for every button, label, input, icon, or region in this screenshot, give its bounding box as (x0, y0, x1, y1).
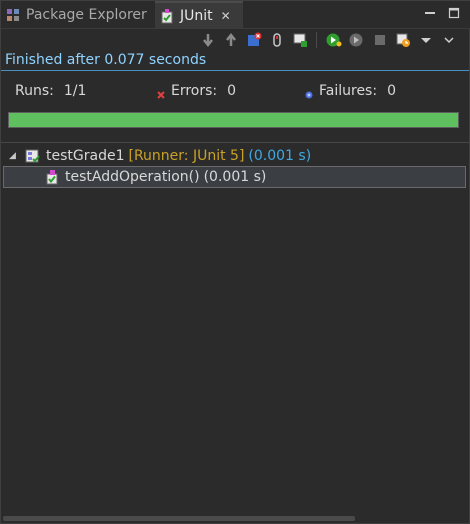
failures-label: Failures: (319, 83, 378, 99)
tab-junit[interactable]: JUnit ✕ (155, 1, 243, 29)
tree-item-test[interactable]: testAddOperation() (0.001 s) (3, 166, 466, 188)
test-passed-icon (44, 169, 60, 185)
failures-counter: Failures: 0 (305, 83, 396, 99)
tab-package-explorer-label: Package Explorer (26, 7, 147, 23)
maximize-icon[interactable] (447, 6, 461, 20)
tab-junit-label: JUnit (180, 8, 213, 24)
run-status-text: Finished after 0.077 seconds (5, 52, 207, 68)
view-tab-bar: Package Explorer JUnit ✕ (1, 1, 470, 29)
package-explorer-icon (5, 7, 21, 23)
previous-failure-icon[interactable] (222, 32, 239, 49)
window-controls (423, 6, 461, 20)
horizontal-scrollbar[interactable] (3, 516, 355, 521)
show-skipped-icon[interactable] (291, 32, 308, 49)
status-divider (1, 70, 469, 71)
test-counters: Runs: 1/1 Errors: 0 Failures: 0 (15, 83, 455, 103)
suite-time: (0.001 s) (248, 148, 312, 164)
chevron-down-icon[interactable] (417, 32, 434, 49)
junit-tab-icon (159, 8, 175, 24)
test-progress-bar (8, 112, 459, 128)
rerun-failed-first-icon[interactable] (348, 32, 365, 49)
minimize-icon[interactable] (423, 6, 437, 20)
rerun-test-icon[interactable] (325, 32, 342, 49)
junit-toolbar (1, 29, 470, 51)
runs-value: 1/1 (63, 83, 87, 99)
scroll-lock-icon[interactable] (268, 32, 285, 49)
progress-fill (9, 113, 458, 127)
errors-counter: Errors: 0 (157, 83, 236, 99)
test-suite-icon (25, 148, 41, 164)
error-icon (157, 87, 165, 99)
test-name: testAddOperation() (65, 169, 200, 185)
tab-package-explorer[interactable]: Package Explorer (5, 1, 155, 29)
toolbar-separator (316, 32, 317, 48)
test-run-history-icon[interactable] (394, 32, 411, 49)
junit-view: Package Explorer JUnit ✕ Finished after … (0, 0, 470, 524)
errors-label: Errors: (171, 83, 218, 99)
test-time: (0.001 s) (203, 169, 267, 185)
errors-value: 0 (227, 83, 237, 99)
test-tree: ◢ testGrade1 [Runner: JUnit 5] (0.001 s) (1, 145, 469, 497)
close-icon[interactable]: ✕ (219, 9, 233, 23)
failure-icon (305, 87, 313, 99)
show-failures-only-icon[interactable] (245, 32, 262, 49)
runs-label: Runs: (15, 83, 54, 99)
view-menu-icon[interactable] (440, 32, 457, 49)
suite-runner: [Runner: JUnit 5] (128, 148, 245, 164)
tree-divider (1, 142, 469, 143)
tree-item-suite[interactable]: ◢ testGrade1 [Runner: JUnit 5] (0.001 s) (1, 145, 465, 167)
failures-value: 0 (387, 83, 396, 99)
next-failure-icon[interactable] (199, 32, 216, 49)
suite-name: testGrade1 (46, 148, 125, 164)
runs-counter: Runs: 1/1 (15, 83, 86, 99)
stop-icon[interactable] (371, 32, 388, 49)
expand-arrow-icon[interactable]: ◢ (9, 151, 19, 161)
